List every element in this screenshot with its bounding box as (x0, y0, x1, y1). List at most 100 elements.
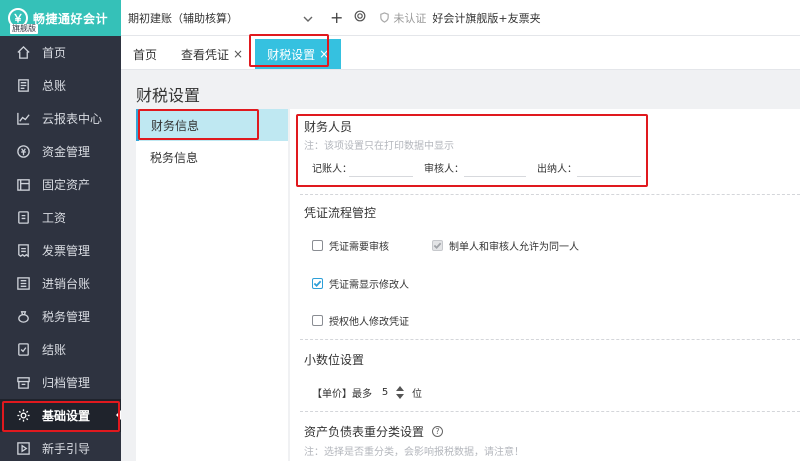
finance-staff-title: 财务人员 (304, 120, 353, 134)
checkbox-voucher-review[interactable]: 凭证需要审核 (312, 238, 389, 253)
cashier-input[interactable] (577, 176, 641, 177)
tab-bar: 首页 查看凭证 × 财税设置 × (121, 36, 800, 70)
sidebar-item-label: 资金管理 (42, 145, 91, 159)
section-divider (300, 339, 800, 340)
shield-icon (380, 12, 390, 23)
certification-text: 未认证 (393, 11, 427, 25)
balance-reclass-title-row: 资产负债表重分类设置 ? (304, 423, 444, 440)
stepper-down-icon[interactable] (396, 394, 404, 399)
bookkeeper-input[interactable] (349, 176, 413, 177)
sidebar-item-invoice[interactable]: 发票管理 (0, 234, 121, 267)
gear-icon (14, 407, 32, 425)
sidebar-item-label: 云报表中心 (42, 112, 103, 126)
section-divider (300, 194, 800, 195)
inventory-icon (14, 275, 32, 293)
reviewer-label: 审核人： (424, 164, 464, 175)
sidebar-item-label: 发票管理 (42, 244, 91, 258)
archive-icon (14, 374, 32, 392)
checkbox-label: 凭证需要审核 (329, 242, 389, 253)
tab-label: 首页 (133, 47, 158, 62)
tab-label: 查看凭证 (181, 47, 230, 62)
decimal-prefix: 【单价】最多 (312, 389, 372, 400)
sidebar-item-ledger[interactable]: 总账 (0, 69, 121, 102)
sidebar-item-label: 固定资产 (42, 178, 91, 192)
finance-staff-note: 注：该项设置只在打印数据中显示 (304, 141, 454, 152)
sidebar-item-fixed-assets[interactable]: 固定资产 (0, 168, 121, 201)
tab-finance-tax-settings[interactable]: 财税设置 × (255, 39, 342, 69)
ledger-icon (14, 77, 32, 95)
stepper-up-icon[interactable] (396, 386, 404, 391)
checkbox-show-modifier[interactable]: 凭证需显示修改人 (312, 276, 409, 291)
settings-gear-icon[interactable] (353, 9, 367, 26)
decimal-setting: 【单价】最多 5 位 (312, 385, 422, 400)
sidebar-item-tax[interactable]: 税务管理 (0, 300, 121, 333)
cashier-label: 出纳人： (537, 164, 577, 175)
decimal-suffix: 位 (412, 389, 422, 400)
chart-line-icon (14, 110, 32, 128)
sidebar-item-salary[interactable]: 工资 (0, 201, 121, 234)
checkbox-label: 制单人和审核人允许为同一人 (449, 242, 579, 253)
active-caret-icon (116, 410, 121, 420)
decimal-value[interactable]: 5 (378, 387, 392, 398)
submenu-item-label: 税务信息 (150, 150, 199, 165)
sidebar-item-inventory[interactable]: 进销台账 (0, 267, 121, 300)
checkbox-label: 凭证需显示修改人 (329, 280, 409, 291)
checkout-icon (14, 341, 32, 359)
decimal-stepper[interactable] (396, 386, 404, 399)
checkbox-authorize-edit[interactable]: 授权他人修改凭证 (312, 313, 409, 328)
tab-view-voucher[interactable]: 查看凭证 × (169, 39, 255, 69)
sidebar-item-label: 税务管理 (42, 310, 91, 324)
add-icon[interactable]: + (330, 8, 343, 27)
app-logo[interactable]: ￥ 畅捷通好会计 旗舰版 (0, 0, 121, 36)
checkbox-checked-icon (312, 278, 323, 289)
checkbox-unchecked-icon (312, 240, 323, 251)
submenu-item-finance-info[interactable]: 财务信息 (136, 109, 288, 141)
sidebar-item-funds[interactable]: 资金管理 (0, 135, 121, 168)
checkbox-label: 授权他人修改凭证 (329, 317, 409, 328)
sidebar-item-cloud-report[interactable]: 云报表中心 (0, 102, 121, 135)
decimal-title: 小数位设置 (304, 353, 365, 367)
chevron-down-icon[interactable] (302, 13, 313, 23)
sidebar-item-label: 首页 (42, 46, 67, 60)
top-bar: 期初建账（辅助核算） + 未认证 好会计旗舰版+友票夹 (121, 0, 800, 36)
settings-form: 财务人员 注：该项设置只在打印数据中显示 记账人： 审核人： 出纳人： 凭证流程… (290, 109, 800, 461)
sidebar-item-label: 进销台账 (42, 277, 91, 291)
close-icon[interactable]: × (233, 47, 243, 61)
balance-reclass-note: 注：选择是否重分类，会影响报税数据，请注意！ (304, 447, 524, 458)
sidebar-item-onboarding[interactable]: 新手引导 (0, 432, 121, 461)
tax-icon (14, 308, 32, 326)
checkbox-same-person[interactable]: 制单人和审核人允许为同一人 (432, 238, 579, 253)
reviewer-input[interactable] (464, 176, 526, 177)
salary-icon (14, 209, 32, 227)
tab-home[interactable]: 首页 (121, 39, 169, 69)
sidebar-item-archive[interactable]: 归档管理 (0, 366, 121, 399)
edition-text: 好会计旗舰版+友票夹 (432, 11, 541, 25)
account-selector[interactable]: 期初建账（辅助核算） (128, 10, 298, 26)
edition-badge: 旗舰版 (10, 24, 38, 34)
logo-text: 畅捷通好会计 (33, 11, 109, 26)
sidebar-item-checkout[interactable]: 结账 (0, 333, 121, 366)
section-divider (300, 411, 800, 412)
sidebar-item-label: 新手引导 (42, 442, 91, 456)
sidebar: ￥ 畅捷通好会计 旗舰版 首页 总账 云报表中心 资金管理 固定资产 工资 发票… (0, 0, 121, 461)
voucher-control-title: 凭证流程管控 (304, 206, 377, 220)
submenu-item-tax-info[interactable]: 税务信息 (136, 141, 288, 173)
money-icon (14, 143, 32, 161)
page-title: 财税设置 (136, 86, 201, 105)
sidebar-item-basic-settings[interactable]: 基础设置 (0, 399, 121, 432)
home-icon (14, 44, 32, 62)
play-icon (14, 440, 32, 458)
help-icon[interactable]: ? (432, 426, 444, 437)
sidebar-item-label: 总账 (42, 79, 67, 93)
balance-reclass-title: 资产负债表重分类设置 (304, 425, 425, 439)
invoice-icon (14, 242, 32, 260)
sidebar-item-label: 结账 (42, 343, 67, 357)
checkbox-checked-disabled-icon (432, 240, 443, 251)
close-icon[interactable]: × (319, 47, 329, 61)
sidebar-item-label: 基础设置 (42, 409, 91, 423)
certification-status[interactable]: 未认证 (379, 10, 426, 26)
tab-label: 财税设置 (267, 47, 316, 62)
sidebar-item-home[interactable]: 首页 (0, 36, 121, 69)
sidebar-item-label: 工资 (42, 211, 67, 225)
checkbox-unchecked-icon (312, 315, 323, 326)
